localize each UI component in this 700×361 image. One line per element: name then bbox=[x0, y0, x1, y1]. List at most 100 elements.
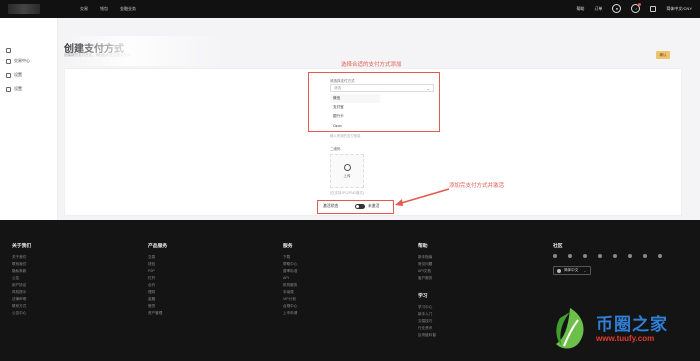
help-menu[interactable]: 帮助 bbox=[576, 6, 584, 12]
footer-link[interactable]: 钱包 bbox=[148, 261, 167, 268]
social-icons bbox=[553, 254, 662, 258]
footer-link[interactable]: 借贷 bbox=[148, 303, 167, 310]
top-nav: 交易 钱包 金融业务 bbox=[80, 6, 136, 12]
sidebar-item-settings-2[interactable]: 设置 bbox=[6, 86, 22, 92]
option-alipay[interactable]: 支付宝 bbox=[330, 103, 380, 112]
footer-link[interactable]: API bbox=[283, 275, 297, 282]
footer-link[interactable]: 行业资讯 bbox=[418, 325, 436, 332]
footer-link[interactable]: 公告 bbox=[12, 275, 31, 282]
instagram-icon[interactable] bbox=[598, 254, 602, 258]
language-selector[interactable]: 简体中文 ⌄ bbox=[553, 266, 591, 275]
footer-link[interactable]: 合规中心 bbox=[283, 303, 297, 310]
main-content: 创建支付方式 创建新的支付方式，添加后可在交易中使用 确认 选择合适的支付方式添… bbox=[58, 18, 700, 220]
footer-link[interactable]: 上币申请 bbox=[283, 310, 297, 317]
footer-link[interactable]: 理财 bbox=[148, 289, 167, 296]
option-wechat[interactable]: 微信 bbox=[330, 94, 380, 103]
footer-link[interactable]: 金融 bbox=[148, 296, 167, 303]
footer-link[interactable]: 合约 bbox=[148, 282, 167, 289]
language-currency-selector[interactable]: 简体中文/CNY bbox=[666, 6, 692, 12]
activation-toggle[interactable] bbox=[355, 204, 365, 209]
option-ozon[interactable]: Ozon bbox=[330, 121, 380, 130]
medium-icon[interactable] bbox=[658, 254, 662, 258]
user-icon[interactable]: ● bbox=[612, 4, 622, 13]
footer-link[interactable]: 交易技巧 bbox=[418, 318, 436, 325]
sidebar-item-home[interactable] bbox=[6, 48, 11, 53]
footer-link[interactable]: 交易 bbox=[148, 254, 167, 261]
footer-link[interactable]: 区块链科普 bbox=[418, 332, 436, 339]
orders-menu[interactable]: 订单 bbox=[594, 6, 602, 12]
twitter-icon[interactable] bbox=[583, 254, 587, 258]
upload-icon bbox=[343, 163, 351, 171]
footer-link[interactable]: 杠杆 bbox=[148, 275, 167, 282]
footer-link[interactable]: 下载 bbox=[283, 254, 297, 261]
confirm-button[interactable]: 确认 bbox=[656, 51, 670, 59]
form-note: 输入有效的支付信息 bbox=[330, 134, 361, 138]
qr-label: 二维码 bbox=[330, 147, 341, 151]
sidebar-item-settings[interactable]: 设置 bbox=[6, 72, 22, 78]
top-right-menu: 帮助 订单 ● ♪ 简体中文/CNY bbox=[576, 3, 692, 13]
telegram-icon[interactable] bbox=[553, 254, 557, 258]
footer-link[interactable]: 机构服务 bbox=[283, 282, 297, 289]
footer-column-learn: 学习 学习中心 新手入门 交易技巧 行业资讯 区块链科普 bbox=[418, 292, 436, 339]
bell-icon[interactable]: ♪ bbox=[631, 3, 642, 13]
form-panel: 选择合适的支付方式添加 请选择支付方式 请选 ⌄ 微信 支付宝 银行卡 Ozon… bbox=[64, 62, 682, 216]
footer-link[interactable]: 学习中心 bbox=[418, 304, 436, 311]
footer-link[interactable]: 新手指南 bbox=[418, 254, 432, 261]
sidebar-item-trade-center[interactable]: 交易中心 bbox=[6, 58, 30, 64]
annotation-select-hint: 选择合适的支付方式添加 bbox=[341, 62, 402, 68]
nav-item-finance[interactable]: 金融业务 bbox=[120, 6, 136, 12]
chevron-down-icon: ⌄ bbox=[583, 268, 587, 273]
footer-link[interactable]: 联系我们 bbox=[12, 261, 31, 268]
footer-column-title: 产品服务 bbox=[148, 244, 168, 249]
footer-column-title: 社区 bbox=[553, 244, 563, 249]
footer-link[interactable]: P2P bbox=[148, 268, 167, 275]
language-label: 简体中文 bbox=[564, 268, 579, 272]
footer-link[interactable]: 费率标准 bbox=[283, 268, 297, 275]
footer-column-title: 帮助 bbox=[418, 244, 428, 249]
reddit-icon[interactable] bbox=[628, 254, 632, 258]
footer-link[interactable]: 帮助中心 bbox=[283, 261, 297, 268]
leaf-logo-icon bbox=[556, 308, 584, 349]
grid-icon[interactable] bbox=[650, 5, 657, 12]
footer-column-title: 关于我们 bbox=[12, 244, 32, 249]
qr-upload-area[interactable]: 上传 bbox=[330, 154, 364, 188]
footer-link[interactable]: API文档 bbox=[418, 268, 432, 275]
footer-column-about: 关于我们 关于我们 联系我们 隐私条款 公告 用户协议 风险提示 法律声明 联系… bbox=[12, 242, 31, 317]
footer-link[interactable]: 关于我们 bbox=[12, 254, 31, 261]
brand-name: 币圈之家 bbox=[596, 315, 668, 334]
chevron-down-icon: ⌄ bbox=[426, 86, 430, 91]
footer-link[interactable]: 法律声明 bbox=[12, 296, 31, 303]
footer-link[interactable]: 用户协议 bbox=[12, 282, 31, 289]
option-bank-card[interactable]: 银行卡 bbox=[330, 112, 380, 121]
footer-column-services: 服务 下载 帮助中心 费率标准 API 机构服务 手续费 VIP计划 合规中心 … bbox=[283, 242, 297, 317]
footer-link[interactable]: 常见问题 bbox=[418, 261, 432, 268]
nav-item-trade[interactable]: 交易 bbox=[80, 6, 88, 12]
footer-column-title: 服务 bbox=[283, 244, 293, 249]
footer-link[interactable]: 风险提示 bbox=[12, 289, 31, 296]
youtube-icon[interactable] bbox=[613, 254, 617, 258]
brand-url: www.tuufy.com bbox=[596, 334, 655, 343]
footer-link[interactable]: 手续费 bbox=[283, 289, 297, 296]
footer-link[interactable]: 隐私条款 bbox=[12, 268, 31, 275]
sidebar-item-label: 设置 bbox=[14, 86, 22, 91]
footer-column-title: 学习 bbox=[418, 294, 428, 299]
site-logo[interactable] bbox=[8, 4, 40, 14]
nav-item-wallet[interactable]: 钱包 bbox=[100, 6, 108, 12]
footer-link[interactable]: 公告中心 bbox=[12, 310, 31, 317]
footer-link[interactable]: 新手入门 bbox=[418, 311, 436, 318]
activation-state-label: 未激活 bbox=[368, 204, 380, 208]
globe-icon bbox=[557, 268, 561, 273]
footer-link[interactable]: VIP计划 bbox=[283, 296, 297, 303]
footer-column-products: 产品服务 交易 钱包 P2P 杠杆 合约 理财 金融 借贷 资产管理 bbox=[148, 242, 167, 317]
payment-method-select[interactable]: 请选 ⌄ bbox=[330, 84, 434, 92]
footer-link[interactable]: 客户服务 bbox=[418, 275, 432, 282]
annotation-arrow bbox=[395, 188, 450, 206]
sidebar-item-label: 交易中心 bbox=[14, 58, 30, 63]
upload-label: 上传 bbox=[343, 173, 351, 178]
footer-link[interactable]: 联系方式 bbox=[12, 303, 31, 310]
notification-dot bbox=[638, 3, 642, 6]
discord-icon[interactable] bbox=[643, 254, 647, 258]
footer-link[interactable]: 资产管理 bbox=[148, 310, 167, 317]
select-placeholder: 请选 bbox=[334, 85, 341, 90]
facebook-icon[interactable] bbox=[568, 254, 572, 258]
